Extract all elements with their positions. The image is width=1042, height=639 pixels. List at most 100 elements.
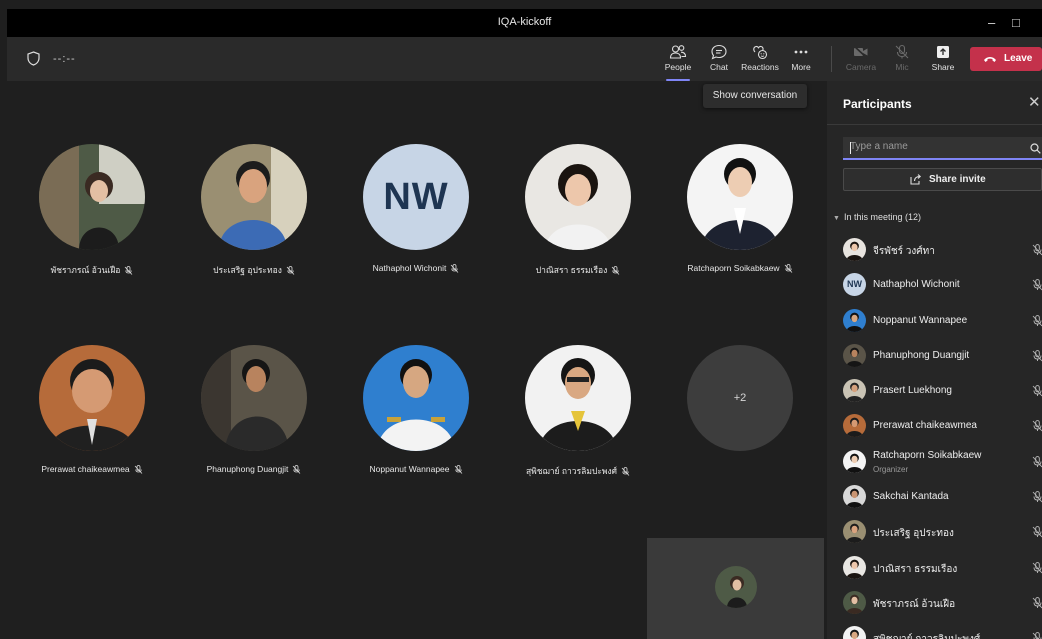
participant-row[interactable]: Sakchai Kantada: [843, 479, 1042, 514]
mic-muted-icon[interactable]: [1032, 384, 1042, 402]
mic-muted-icon: [125, 266, 133, 276]
participant-row[interactable]: ประเสริฐ อุประทอง: [843, 514, 1042, 549]
participant-tile[interactable]: ปาณิสรา ธรรมเรือง: [498, 144, 658, 277]
camera-button[interactable]: Camera: [841, 44, 881, 72]
participant-name: Prerawat chaikeawmea: [873, 420, 977, 432]
participant-role: Organizer: [873, 464, 909, 474]
self-avatar: [715, 566, 757, 608]
mic-muted-icon[interactable]: [1032, 314, 1042, 332]
participant-row[interactable]: Noppanut Wannapee: [843, 303, 1042, 338]
mic-muted-icon[interactable]: [1032, 243, 1042, 261]
in-meeting-section[interactable]: ▼ In this meeting (12): [833, 212, 921, 222]
mic-muted-icon[interactable]: [1032, 525, 1042, 543]
participant-row[interactable]: NW Nathaphol Wichonit: [843, 267, 1042, 302]
text-cursor: [850, 142, 851, 154]
toolbar-divider: [831, 46, 832, 72]
meeting-timer: --:--: [53, 53, 76, 65]
chat-icon: [711, 44, 727, 60]
mic-muted-icon: [621, 467, 630, 477]
mic-muted-icon: [784, 264, 792, 274]
mic-muted-icon: [451, 264, 459, 274]
panel-divider: [827, 124, 1042, 125]
participant-name: Phanuphong Duangjit: [873, 349, 970, 361]
participant-row[interactable]: Ratchaporn Soikabkaew Organizer: [843, 444, 1042, 479]
participant-name: Prerawat chaikeawmea: [41, 464, 130, 474]
share-tray-icon: [937, 46, 949, 58]
mic-muted-icon[interactable]: [1032, 349, 1042, 367]
participant-name: Nathaphol Wichonit: [372, 263, 447, 273]
reactions-button[interactable]: Reactions: [740, 44, 780, 72]
mic-label: Mic: [895, 62, 909, 72]
more-button[interactable]: More: [781, 44, 821, 72]
avatar: [363, 345, 469, 451]
participant-tile[interactable]: ประเสริฐ อุประทอง: [174, 144, 334, 277]
search-input[interactable]: [850, 141, 1010, 152]
participant-name: ปาณิสรา ธรรมเรือง: [873, 563, 958, 575]
in-meeting-label: In this meeting (12): [843, 212, 921, 222]
mic-muted-icon[interactable]: [1032, 631, 1042, 639]
mic-off-icon: [895, 44, 909, 59]
mic-muted-icon[interactable]: [1032, 490, 1042, 508]
more-label: More: [791, 62, 811, 72]
participant-name: Noppanut Wannapee: [369, 464, 450, 474]
share-invite-button[interactable]: Share invite: [843, 168, 1042, 191]
participant-tile[interactable]: Phanuphong Duangjit: [174, 345, 334, 475]
mic-muted-icon: [286, 266, 295, 276]
participant-row[interactable]: จีรพัชร์ วงศ์ทา: [843, 232, 1042, 267]
mic-muted-icon[interactable]: [1032, 419, 1042, 437]
participant-avatar: [843, 414, 866, 438]
participant-name: Sakchai Kantada: [873, 491, 949, 503]
avatar-initials: NW: [363, 144, 469, 250]
participant-avatar: [843, 449, 866, 473]
collapse-caret-icon: ▼: [833, 215, 840, 222]
participant-name: Phanuphong Duangjit: [206, 464, 289, 474]
leave-button[interactable]: Leave: [970, 47, 1042, 71]
mic-muted-icon: [134, 465, 142, 475]
people-button[interactable]: People: [658, 44, 698, 81]
participant-search[interactable]: [843, 137, 1042, 160]
mic-muted-icon[interactable]: [1032, 455, 1042, 473]
participant-row[interactable]: สุพิชฌาย์ ถาวรลิมปะพงศ์: [843, 620, 1042, 639]
more-icon: [794, 50, 808, 54]
hang-up-icon: [984, 57, 996, 62]
title-bar: IQA-kickoff – □: [7, 9, 1042, 37]
overflow-tile[interactable]: +2: [660, 345, 820, 451]
maximize-button[interactable]: □: [1012, 15, 1020, 30]
participant-tile[interactable]: Prerawat chaikeawmea: [12, 345, 172, 475]
shield-icon[interactable]: [27, 51, 40, 66]
participant-tile[interactable]: Ratchaporn Soikabkaew: [660, 144, 820, 274]
overflow-count: +2: [687, 345, 793, 451]
participant-tile[interactable]: สุพิชฌาย์ ถาวรลิมปะพงศ์: [498, 345, 658, 478]
minimize-button[interactable]: –: [988, 15, 995, 30]
share-button[interactable]: Share: [923, 44, 963, 72]
participant-avatar: [843, 308, 866, 332]
participant-row[interactable]: ปาณิสรา ธรรมเรือง: [843, 550, 1042, 585]
participants-panel: Participants ✕ Share invite ▼In this mee…: [827, 81, 1042, 639]
mic-button[interactable]: Mic: [882, 44, 922, 72]
participant-tile[interactable]: Noppanut Wannapee: [336, 345, 496, 475]
mic-muted-icon[interactable]: [1032, 561, 1042, 579]
share-label: Share: [931, 62, 955, 72]
participant-row[interactable]: Prasert Luekhong: [843, 373, 1042, 408]
show-conversation-tooltip: Show conversation: [703, 84, 807, 108]
mic-muted-icon[interactable]: [1032, 596, 1042, 614]
avatar: [525, 144, 631, 250]
self-view[interactable]: [647, 538, 824, 639]
participant-avatar: [843, 343, 866, 367]
participant-avatar: [843, 485, 866, 509]
close-panel-button[interactable]: ✕: [1028, 93, 1041, 111]
participant-row[interactable]: Phanuphong Duangjit: [843, 338, 1042, 373]
participant-row[interactable]: Prerawat chaikeawmea: [843, 408, 1042, 443]
participant-name: Noppanut Wannapee: [873, 314, 968, 326]
avatar: [201, 345, 307, 451]
participant-row[interactable]: พัชราภรณ์ อ้วนเฝือ: [843, 585, 1042, 620]
participant-tile[interactable]: NW Nathaphol Wichonit: [336, 144, 496, 274]
mic-muted-icon[interactable]: [1032, 278, 1042, 296]
participant-name: จีรพัชร์ วงศ์ทา: [873, 246, 935, 257]
participant-tile[interactable]: พัชราภรณ์ อ้วนเฝือ: [12, 144, 172, 277]
search-icon[interactable]: [1030, 143, 1041, 154]
participant-name: Ratchaporn Soikabkaew: [873, 449, 982, 461]
teams-meeting-window: IQA-kickoff – □ --:-- People Chat Reacti…: [0, 0, 1042, 639]
participant-avatar-initials: NW: [843, 273, 866, 297]
chat-button[interactable]: Chat: [699, 44, 739, 72]
